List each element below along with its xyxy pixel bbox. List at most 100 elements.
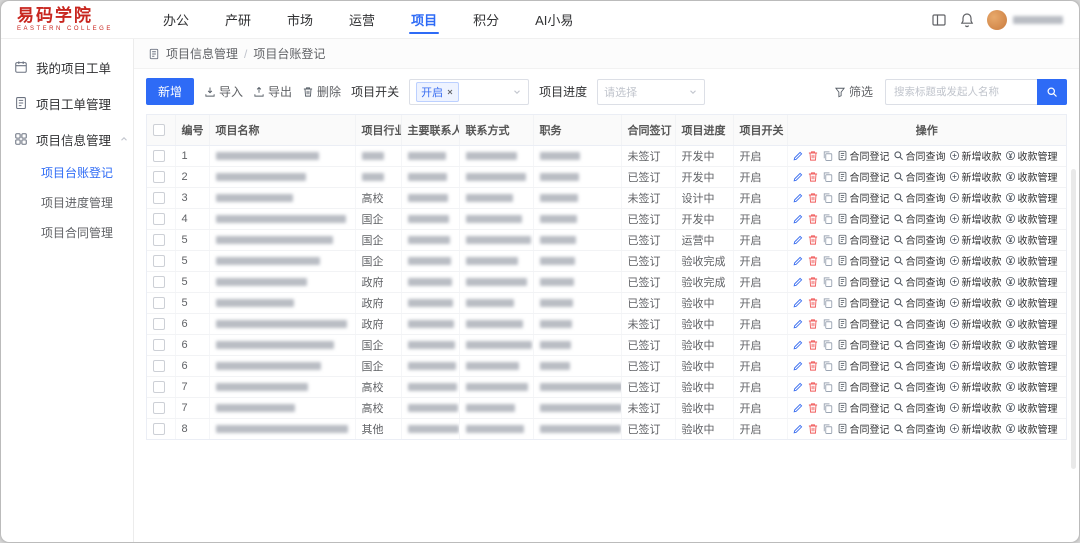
import-button[interactable]: 导入	[204, 83, 243, 100]
copy-icon[interactable]	[822, 276, 834, 288]
row-checkbox[interactable]	[153, 150, 165, 162]
sidebar-item[interactable]: 项目信息管理	[1, 121, 133, 157]
contract-register-link[interactable]: 合同登记	[837, 358, 890, 373]
export-button[interactable]: 导出	[253, 83, 292, 100]
nav-item[interactable]: 市场	[285, 1, 315, 38]
contract-register-link[interactable]: 合同登记	[837, 211, 890, 226]
delete-icon[interactable]	[807, 318, 819, 330]
edit-icon[interactable]	[792, 234, 804, 246]
delete-icon[interactable]	[807, 297, 819, 309]
switch-select[interactable]: 开启	[409, 79, 529, 105]
contract-register-link[interactable]: 合同登记	[837, 316, 890, 331]
contract-query-link[interactable]: 合同查询	[893, 274, 946, 289]
add-receipt-link[interactable]: 新增收款	[949, 148, 1002, 163]
receipt-manage-link[interactable]: 收款管理	[1005, 400, 1058, 415]
add-receipt-link[interactable]: 新增收款	[949, 169, 1002, 184]
close-icon[interactable]	[446, 88, 454, 96]
receipt-manage-link[interactable]: 收款管理	[1005, 169, 1058, 184]
contract-register-link[interactable]: 合同登记	[837, 337, 890, 352]
row-checkbox[interactable]	[153, 213, 165, 225]
vertical-scrollbar[interactable]	[1071, 169, 1076, 469]
add-receipt-link[interactable]: 新增收款	[949, 421, 1002, 436]
row-checkbox[interactable]	[153, 360, 165, 372]
row-checkbox[interactable]	[153, 423, 165, 435]
row-checkbox[interactable]	[153, 339, 165, 351]
receipt-manage-link[interactable]: 收款管理	[1005, 379, 1058, 394]
copy-icon[interactable]	[822, 255, 834, 267]
copy-icon[interactable]	[822, 318, 834, 330]
copy-icon[interactable]	[822, 381, 834, 393]
contract-query-link[interactable]: 合同查询	[893, 379, 946, 394]
contract-query-link[interactable]: 合同查询	[893, 211, 946, 226]
add-receipt-link[interactable]: 新增收款	[949, 274, 1002, 289]
breadcrumb-item[interactable]: 项目台账登记	[253, 45, 325, 62]
contract-query-link[interactable]: 合同查询	[893, 400, 946, 415]
delete-icon[interactable]	[807, 213, 819, 225]
copy-icon[interactable]	[822, 213, 834, 225]
delete-icon[interactable]	[807, 171, 819, 183]
delete-icon[interactable]	[807, 339, 819, 351]
contract-register-link[interactable]: 合同登记	[837, 190, 890, 205]
contract-query-link[interactable]: 合同查询	[893, 232, 946, 247]
progress-select[interactable]: 请选择	[597, 79, 705, 105]
add-receipt-link[interactable]: 新增收款	[949, 253, 1002, 268]
contract-query-link[interactable]: 合同查询	[893, 295, 946, 310]
edit-icon[interactable]	[792, 213, 804, 225]
edit-icon[interactable]	[792, 423, 804, 435]
nav-item[interactable]: 办公	[161, 1, 191, 38]
row-checkbox[interactable]	[153, 276, 165, 288]
edit-icon[interactable]	[792, 150, 804, 162]
sidebar-item[interactable]: 项目工单管理	[1, 85, 133, 121]
row-checkbox[interactable]	[153, 255, 165, 267]
delete-icon[interactable]	[807, 360, 819, 372]
edit-icon[interactable]	[792, 402, 804, 414]
delete-icon[interactable]	[807, 402, 819, 414]
contract-query-link[interactable]: 合同查询	[893, 148, 946, 163]
delete-icon[interactable]	[807, 150, 819, 162]
receipt-manage-link[interactable]: 收款管理	[1005, 295, 1058, 310]
receipt-manage-link[interactable]: 收款管理	[1005, 190, 1058, 205]
copy-icon[interactable]	[822, 423, 834, 435]
delete-icon[interactable]	[807, 192, 819, 204]
delete-icon[interactable]	[807, 276, 819, 288]
contract-register-link[interactable]: 合同登记	[837, 253, 890, 268]
contract-register-link[interactable]: 合同登记	[837, 379, 890, 394]
add-receipt-link[interactable]: 新增收款	[949, 295, 1002, 310]
nav-item[interactable]: 项目	[409, 1, 439, 38]
delete-icon[interactable]	[807, 423, 819, 435]
row-checkbox[interactable]	[153, 297, 165, 309]
copy-icon[interactable]	[822, 234, 834, 246]
nav-item[interactable]: 积分	[471, 1, 501, 38]
edit-icon[interactable]	[792, 297, 804, 309]
contract-register-link[interactable]: 合同登记	[837, 274, 890, 289]
filter-button[interactable]: 筛选	[834, 83, 873, 100]
delete-button[interactable]: 删除	[302, 83, 341, 100]
add-receipt-link[interactable]: 新增收款	[949, 316, 1002, 331]
row-checkbox[interactable]	[153, 171, 165, 183]
receipt-manage-link[interactable]: 收款管理	[1005, 253, 1058, 268]
add-receipt-link[interactable]: 新增收款	[949, 358, 1002, 373]
receipt-manage-link[interactable]: 收款管理	[1005, 358, 1058, 373]
edit-icon[interactable]	[792, 381, 804, 393]
row-checkbox[interactable]	[153, 234, 165, 246]
search-input[interactable]	[885, 79, 1037, 105]
sidebar-item[interactable]: 我的项目工单	[1, 49, 133, 85]
receipt-manage-link[interactable]: 收款管理	[1005, 148, 1058, 163]
add-receipt-link[interactable]: 新增收款	[949, 400, 1002, 415]
bell-icon[interactable]	[959, 12, 975, 28]
contract-query-link[interactable]: 合同查询	[893, 190, 946, 205]
layout-toggle-icon[interactable]	[931, 12, 947, 28]
copy-icon[interactable]	[822, 171, 834, 183]
contract-register-link[interactable]: 合同登记	[837, 232, 890, 247]
contract-register-link[interactable]: 合同登记	[837, 148, 890, 163]
sidebar-subitem[interactable]: 项目合同管理	[1, 217, 133, 247]
receipt-manage-link[interactable]: 收款管理	[1005, 211, 1058, 226]
edit-icon[interactable]	[792, 276, 804, 288]
contract-query-link[interactable]: 合同查询	[893, 358, 946, 373]
contract-query-link[interactable]: 合同查询	[893, 169, 946, 184]
nav-item[interactable]: 产研	[223, 1, 253, 38]
search-button[interactable]	[1037, 79, 1067, 105]
receipt-manage-link[interactable]: 收款管理	[1005, 232, 1058, 247]
copy-icon[interactable]	[822, 297, 834, 309]
edit-icon[interactable]	[792, 339, 804, 351]
